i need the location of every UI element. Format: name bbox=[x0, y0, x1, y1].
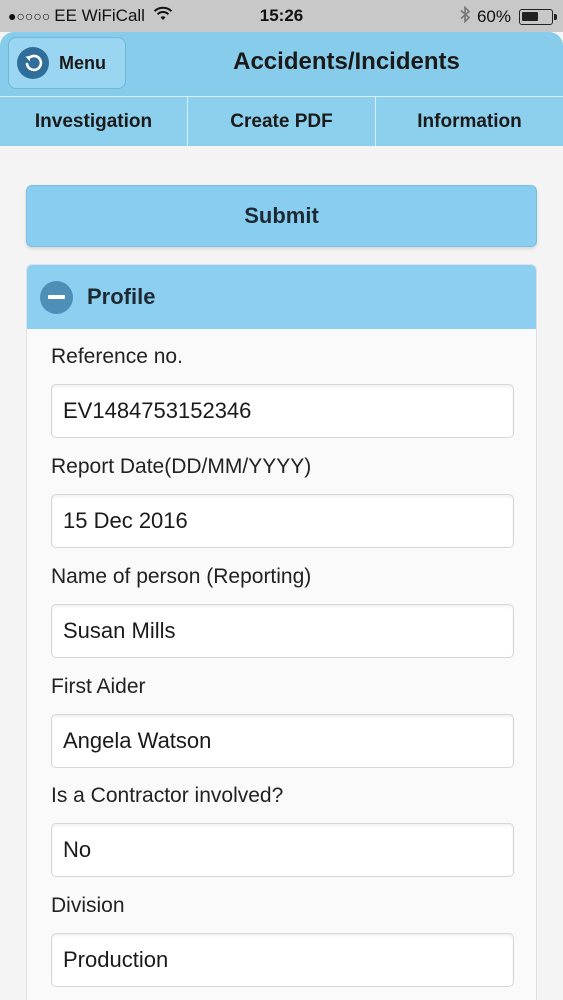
page-title: Accidents/Incidents bbox=[233, 48, 460, 75]
app-header: Menu Accidents/Incidents bbox=[0, 32, 563, 96]
bluetooth-icon bbox=[460, 5, 471, 28]
status-bar: ●○○○○ EE WiFiCall 15:26 60% bbox=[0, 0, 563, 32]
battery-percent: 60% bbox=[476, 7, 511, 26]
first-aider-field[interactable]: Angela Watson bbox=[51, 714, 514, 768]
division-field[interactable]: Production bbox=[51, 933, 514, 987]
tab-information[interactable]: Information bbox=[376, 96, 563, 146]
reference-no-label: Reference no. bbox=[51, 345, 183, 368]
report-date-label: Report Date(DD/MM/YYYY) bbox=[51, 455, 312, 478]
first-aider-label: First Aider bbox=[51, 675, 146, 698]
contractor-involved-label: Is a Contractor involved? bbox=[51, 784, 284, 807]
reporting-person-field[interactable]: Susan Mills bbox=[51, 604, 514, 658]
division-label: Division bbox=[51, 894, 125, 917]
profile-section-header[interactable]: Profile bbox=[27, 265, 536, 329]
profile-section-title: Profile bbox=[87, 284, 156, 309]
tab-investigation[interactable]: Investigation bbox=[0, 96, 188, 146]
menu-button[interactable]: Menu bbox=[8, 37, 126, 89]
tab-create-pdf[interactable]: Create PDF bbox=[188, 96, 376, 146]
profile-section: Profile Reference no. EV1484753152346 Re… bbox=[26, 264, 537, 1000]
tab-bar: Investigation Create PDF Information bbox=[0, 96, 563, 146]
menu-button-label: Menu bbox=[59, 52, 106, 73]
reporting-person-label: Name of person (Reporting) bbox=[51, 565, 312, 588]
report-date-field[interactable]: 15 Dec 2016 bbox=[51, 494, 514, 548]
collapse-minus-icon[interactable] bbox=[40, 280, 73, 314]
status-right: 60% bbox=[460, 5, 557, 28]
battery-icon bbox=[519, 9, 557, 25]
battery-fill bbox=[522, 12, 538, 21]
submit-button[interactable]: Submit bbox=[26, 185, 537, 247]
back-arrow-icon bbox=[17, 47, 49, 79]
reference-no-field[interactable]: EV1484753152346 bbox=[51, 384, 514, 438]
battery-tip bbox=[554, 14, 557, 20]
contractor-involved-field[interactable]: No bbox=[51, 823, 514, 877]
